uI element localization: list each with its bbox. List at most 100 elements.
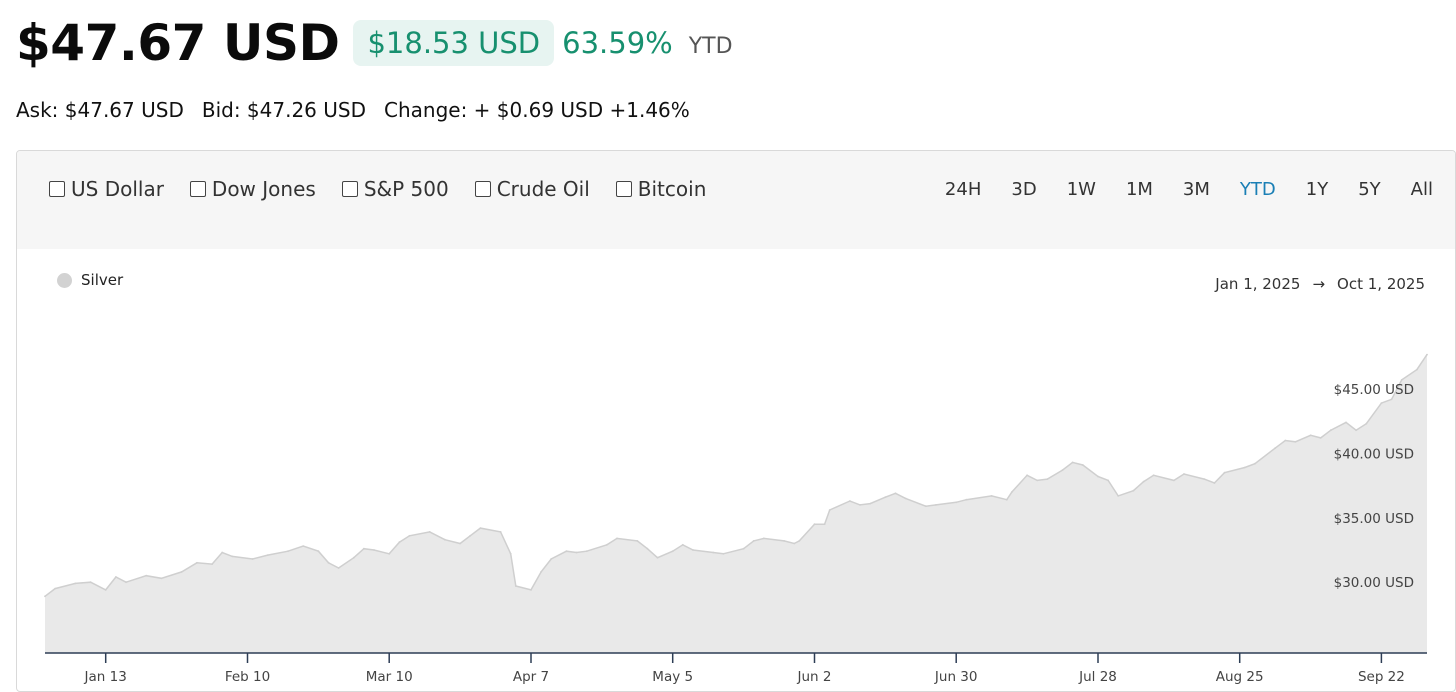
x-tick-label: Apr 7 bbox=[513, 669, 549, 685]
data-point bbox=[1365, 422, 1368, 425]
data-point bbox=[1355, 429, 1357, 432]
data-point bbox=[606, 543, 608, 546]
data-point bbox=[54, 587, 56, 590]
data-point bbox=[337, 567, 340, 569]
chart-panel: US Dollar Dow Jones S&P 500 Crude Oil Bi… bbox=[16, 150, 1456, 692]
data-point bbox=[1254, 462, 1256, 465]
bid-price: Bid: $47.26 USD bbox=[201, 98, 366, 122]
x-tick-label: Feb 10 bbox=[225, 669, 270, 685]
data-point bbox=[408, 534, 411, 537]
data-point bbox=[398, 541, 401, 544]
data-point bbox=[1152, 474, 1155, 477]
data-point bbox=[499, 531, 502, 533]
data-point bbox=[692, 549, 694, 551]
data-point bbox=[575, 551, 578, 554]
change-percent: 63.59% bbox=[562, 26, 673, 60]
data-point bbox=[1319, 437, 1322, 439]
data-point bbox=[762, 537, 765, 540]
data-point bbox=[540, 571, 542, 573]
data-point bbox=[514, 585, 517, 587]
data-point bbox=[317, 550, 320, 553]
data-point bbox=[125, 581, 127, 584]
data-point bbox=[1309, 434, 1312, 437]
data-point bbox=[585, 550, 588, 553]
data-point bbox=[798, 540, 801, 542]
data-point bbox=[1294, 440, 1297, 443]
ask-price: Ask: $47.67 USD bbox=[16, 98, 184, 122]
data-point bbox=[428, 531, 431, 533]
data-point bbox=[1173, 479, 1175, 482]
data-point bbox=[1223, 471, 1226, 474]
period-label: YTD bbox=[688, 33, 733, 59]
data-point bbox=[1026, 474, 1028, 477]
data-point bbox=[459, 542, 461, 545]
data-point bbox=[828, 509, 831, 511]
data-point bbox=[783, 540, 785, 542]
data-point bbox=[180, 571, 183, 573]
data-point bbox=[813, 523, 816, 526]
y-tick-label: $30.00 USD bbox=[1334, 575, 1414, 591]
data-point bbox=[1390, 398, 1393, 401]
y-tick-label: $40.00 USD bbox=[1334, 446, 1414, 462]
data-point bbox=[1380, 402, 1383, 404]
data-point bbox=[849, 500, 851, 502]
change-amount-badge: $18.53 USD bbox=[353, 20, 555, 66]
data-point bbox=[1071, 461, 1074, 464]
data-point bbox=[327, 561, 330, 564]
data-point bbox=[793, 542, 796, 545]
price-chart[interactable]: $30.00 USD $35.00 USD $40.00 USD $45.00 USD… bbox=[17, 151, 1455, 691]
data-point bbox=[352, 556, 355, 559]
data-point bbox=[1284, 439, 1287, 442]
data-point bbox=[742, 547, 745, 550]
data-point bbox=[231, 555, 234, 558]
data-point bbox=[145, 574, 148, 577]
y-tick-label: $45.00 USD bbox=[1334, 382, 1414, 398]
x-tick-label: Sep 22 bbox=[1358, 669, 1405, 685]
data-point bbox=[904, 497, 907, 500]
x-tick-label: May 5 bbox=[652, 669, 693, 685]
data-point bbox=[636, 540, 639, 542]
data-point bbox=[1107, 479, 1109, 482]
data-point bbox=[965, 498, 968, 501]
data-point bbox=[479, 527, 482, 529]
data-point bbox=[363, 547, 365, 550]
data-point bbox=[211, 563, 214, 565]
data-point bbox=[924, 505, 927, 508]
x-tick-label: Jan 13 bbox=[84, 669, 127, 685]
quote-details: Ask: $47.67 USD Bid: $47.26 USD Change: … bbox=[16, 98, 690, 122]
data-point bbox=[373, 549, 375, 551]
current-price: $47.67 USD bbox=[16, 14, 340, 72]
y-tick-label: $35.00 USD bbox=[1334, 511, 1414, 527]
data-point bbox=[266, 554, 269, 556]
data-point bbox=[1005, 498, 1008, 501]
data-point bbox=[287, 550, 289, 553]
data-point bbox=[550, 558, 553, 560]
data-point bbox=[681, 543, 684, 546]
data-point bbox=[509, 552, 512, 555]
data-point bbox=[1183, 473, 1185, 475]
data-point bbox=[251, 558, 254, 560]
data-point bbox=[1426, 353, 1428, 356]
data-point bbox=[752, 540, 755, 542]
data-point bbox=[565, 550, 568, 553]
series-area bbox=[45, 354, 1427, 653]
data-point bbox=[1345, 421, 1347, 424]
data-point bbox=[444, 538, 446, 541]
x-tick-label: Jul 28 bbox=[1078, 669, 1117, 685]
data-point bbox=[115, 576, 117, 578]
data-point bbox=[1097, 475, 1099, 478]
data-point bbox=[1117, 495, 1120, 497]
data-point bbox=[1046, 478, 1049, 480]
data-point bbox=[1213, 482, 1216, 484]
data-point bbox=[646, 547, 649, 550]
data-point bbox=[469, 534, 472, 537]
data-point bbox=[104, 589, 107, 591]
data-point bbox=[1416, 368, 1418, 371]
data-point bbox=[89, 581, 92, 584]
data-point bbox=[302, 545, 305, 547]
data-point bbox=[859, 504, 861, 506]
data-point bbox=[1400, 379, 1403, 381]
data-point bbox=[221, 551, 224, 554]
data-point bbox=[656, 556, 659, 559]
data-point bbox=[1036, 479, 1039, 482]
